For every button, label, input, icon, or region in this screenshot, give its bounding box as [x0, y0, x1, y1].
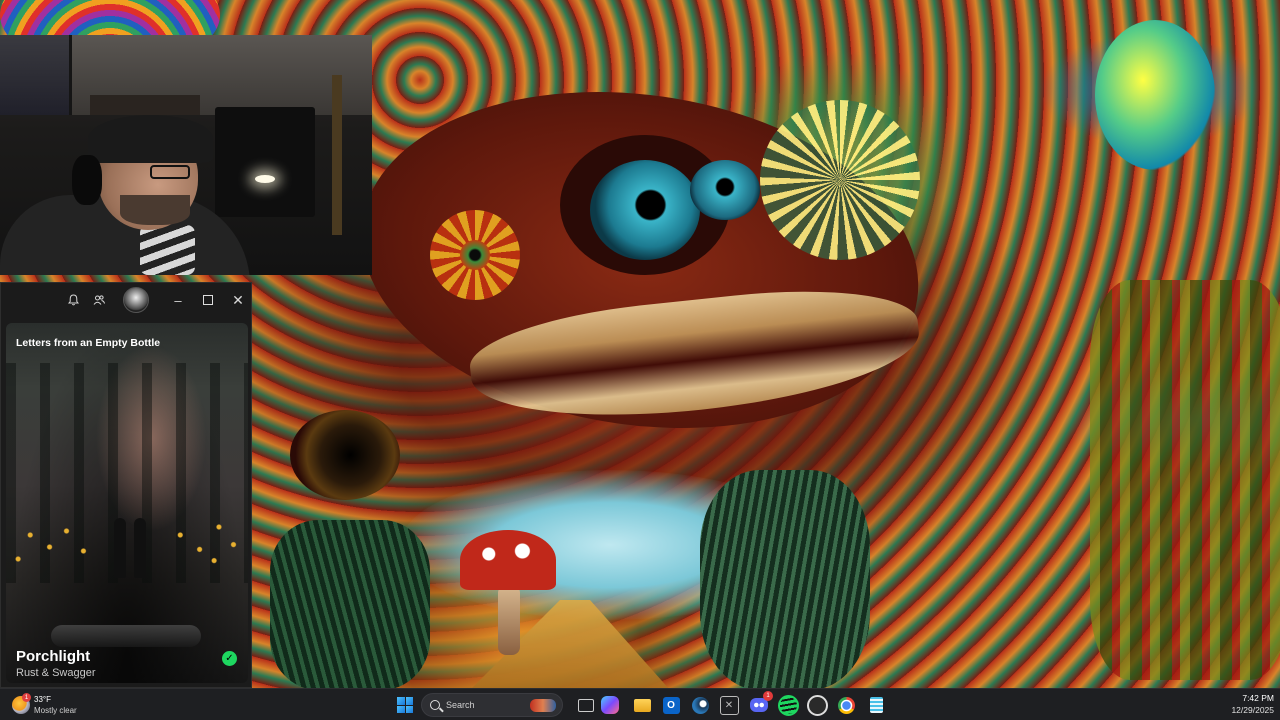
task-view-icon[interactable]	[574, 693, 598, 717]
album-art-figure	[134, 518, 146, 578]
webcam-sleeve-stripes	[140, 225, 195, 275]
weather-widget[interactable]: 1 33°F Mostly clear	[10, 692, 130, 718]
wallpaper-mushroom-cap	[460, 530, 556, 590]
bell-icon[interactable]	[64, 291, 82, 309]
system-clock[interactable]: 7:42 PM 12/29/2025	[1204, 693, 1274, 715]
webcam-shelf	[90, 95, 200, 115]
taskbar: 1 33°F Mostly clear Search 1 7:42 PM 12/…	[0, 688, 1280, 720]
album-art-figure	[114, 518, 126, 578]
search-highlight-icon	[530, 699, 556, 712]
search-icon	[430, 700, 440, 710]
friends-icon[interactable]	[90, 291, 108, 309]
weather-badge: 1	[22, 693, 31, 702]
wallpaper-flower	[430, 210, 520, 300]
wallpaper-creature-eye-small	[690, 160, 760, 220]
wallpaper-mushroom-stem	[498, 585, 520, 655]
album-title[interactable]: Letters from an Empty Bottle	[16, 337, 160, 349]
player-titlebar[interactable]: – ✕	[1, 283, 253, 317]
track-title[interactable]: Porchlight	[16, 648, 90, 665]
obs-icon[interactable]	[805, 693, 829, 717]
now-playing-panel[interactable]: Letters from an Empty Bottle Porchlight …	[6, 323, 248, 683]
music-player-window: – ✕ Letters from an Empty Bottle Porchli…	[0, 282, 252, 688]
webcam-glasses	[150, 165, 190, 179]
webcam-background-window	[0, 35, 72, 115]
saved-check-icon[interactable]: ✓	[222, 651, 237, 666]
windows-logo-icon	[397, 697, 413, 713]
album-art-fireflies	[6, 503, 248, 583]
wallpaper-right-creature	[1090, 280, 1280, 680]
close-button[interactable]: ✕	[229, 291, 247, 309]
user-avatar[interactable]	[123, 287, 149, 313]
outlook-icon[interactable]	[659, 693, 683, 717]
start-button[interactable]	[393, 693, 417, 717]
clock-date: 12/29/2025	[1231, 705, 1274, 715]
file-explorer-icon[interactable]	[630, 693, 654, 717]
album-art-bottle	[51, 625, 201, 647]
webcam-person-beard	[120, 195, 190, 225]
chrome-icon[interactable]	[834, 693, 858, 717]
clock-time: 7:42 PM	[1242, 693, 1274, 703]
webcam-person-cap	[88, 115, 213, 163]
webcam-lamp-light	[255, 175, 275, 183]
discord-notification-badge: 1	[763, 691, 773, 701]
wallpaper-sunburst	[760, 100, 920, 260]
webcam-overlay	[0, 35, 372, 275]
wallpaper-creature-eye	[590, 160, 700, 260]
discord-icon[interactable]: 1	[747, 691, 773, 717]
webcam-guitar	[332, 75, 342, 235]
notepad-icon[interactable]	[864, 693, 888, 717]
wallpaper-tree-left	[270, 520, 430, 688]
webcam-monitor	[215, 107, 315, 217]
spotify-icon[interactable]	[776, 693, 800, 717]
taskbar-search[interactable]: Search	[421, 693, 563, 717]
wallpaper-creature-eye-lower	[290, 410, 400, 500]
steam-icon[interactable]	[688, 693, 712, 717]
artist-name[interactable]: Rust & Swagger	[16, 667, 95, 679]
search-label: Search	[446, 700, 475, 710]
maximize-button[interactable]	[199, 291, 217, 309]
weather-temperature: 33°F	[34, 695, 51, 704]
copilot-icon[interactable]	[601, 696, 619, 714]
xbox-icon[interactable]	[717, 693, 741, 717]
wallpaper-glowing-orb	[1095, 20, 1215, 170]
wallpaper-tree-right	[700, 470, 870, 688]
minimize-button[interactable]: –	[169, 291, 187, 309]
webcam-headphones	[72, 155, 102, 205]
weather-condition: Mostly clear	[34, 706, 77, 715]
